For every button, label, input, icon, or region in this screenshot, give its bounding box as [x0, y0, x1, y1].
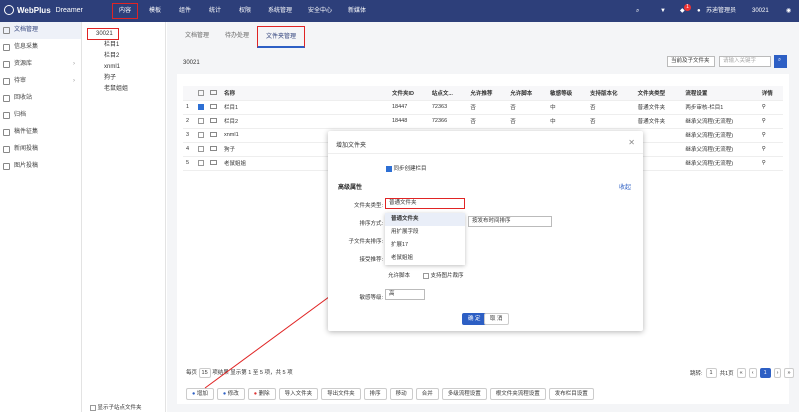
section-title: 高级属性 — [338, 185, 363, 191]
option-ext17[interactable]: 扩展17 — [385, 239, 465, 252]
level-select[interactable]: 高 — [385, 289, 425, 300]
option-mouse[interactable]: 老鼠姐姐 — [385, 252, 465, 265]
close-icon[interactable]: ✕ — [628, 138, 635, 147]
type-select[interactable]: 普通文件夹 — [385, 198, 465, 209]
pic-label: 支持图片裁序 — [430, 273, 464, 279]
type-label: 文件夹类型: — [353, 203, 383, 209]
dialog-title: 增加文件夹 — [336, 143, 367, 149]
cancel-button[interactable]: 取 消 — [484, 313, 509, 325]
ok-button[interactable]: 确 定 — [462, 313, 487, 325]
option-extend[interactable]: 用扩展字段 — [385, 226, 465, 239]
add-folder-dialog: 增加文件夹 ✕ 同步创建栏目 高级属性 收起 文件夹类型: 普通文件夹 排序方式… — [328, 131, 643, 331]
option-normal[interactable]: 普通文件夹 — [385, 213, 465, 226]
level-label: 敏感等级: — [359, 295, 383, 301]
sync-option[interactable]: 同步创建栏目 — [386, 164, 427, 172]
rec-label: 接受推荐: — [359, 257, 383, 263]
script-label: 允许脚本 — [388, 273, 411, 279]
sync-label: 同步创建栏目 — [393, 166, 427, 172]
pic-checkbox[interactable] — [423, 272, 429, 279]
sub-sort-label: 子文件夹排序: — [348, 239, 383, 245]
type-dropdown: 普通文件夹 用扩展字段 扩展17 老鼠姐姐 — [385, 213, 465, 265]
option-script[interactable]: 允许脚本 — [388, 271, 410, 279]
sort-label: 排序方式: — [359, 221, 383, 227]
sort-select[interactable]: 按发布时间排序 — [468, 216, 552, 227]
collapse-link[interactable]: 收起 — [619, 182, 631, 191]
sync-checkbox[interactable] — [386, 165, 392, 172]
option-pic[interactable]: 支持图片裁序 — [423, 271, 464, 279]
